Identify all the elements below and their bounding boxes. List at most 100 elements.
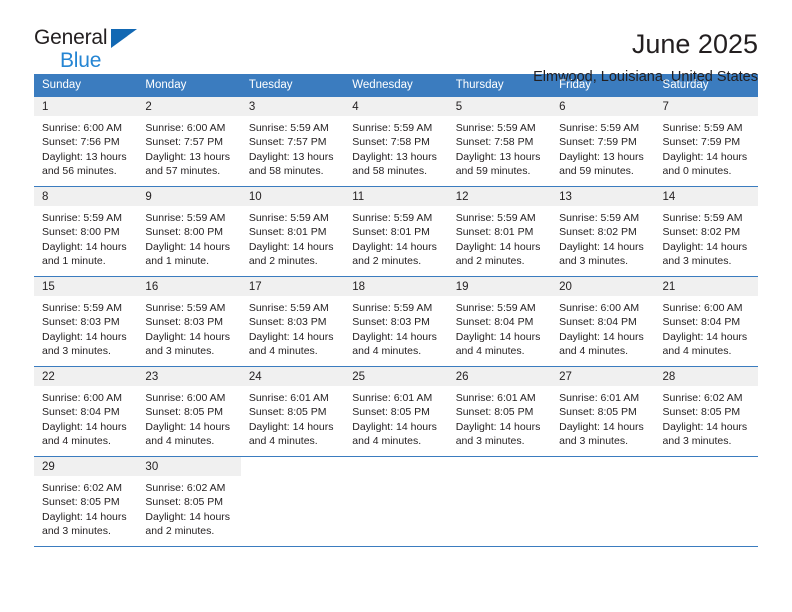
day-cell-inner: 3 Sunrise: 5:59 AM Sunset: 7:57 PM Daylight… bbox=[240, 97, 345, 186]
day-number: 4 bbox=[344, 97, 448, 116]
day-cell[interactable]: 1 Sunrise: 6:00 AM Sunset: 7:56 PM Daylight… bbox=[34, 96, 138, 187]
day-info: Sunrise: 6:00 AM Sunset: 8:04 PM Daylight:… bbox=[655, 296, 758, 358]
day-cell[interactable]: 21 Sunrise: 6:00 AM Sunset: 8:04 PM Dayligh… bbox=[654, 276, 758, 367]
day-number: 25 bbox=[344, 367, 448, 386]
sunset-text: Sunset: 8:05 PM bbox=[248, 406, 327, 419]
sunset-text: Sunset: 8:00 PM bbox=[145, 226, 224, 239]
sunrise-text: Sunrise: 5:59 AM bbox=[352, 302, 433, 314]
day-cell[interactable]: 6 Sunrise: 5:59 AM Sunset: 7:59 PM Daylight… bbox=[551, 96, 655, 187]
sunset-text: Sunset: 7:59 PM bbox=[559, 136, 637, 149]
day-info: Sunrise: 6:00 AM Sunset: 8:04 PM Daylight:… bbox=[551, 296, 654, 358]
daylight-text: Daylight: 14 hours and 2 minutes. bbox=[352, 240, 437, 267]
day-cell-inner: 11 Sunrise: 5:59 AM Sunset: 8:01 PM Dayligh… bbox=[344, 187, 448, 276]
day-cell[interactable]: 8 Sunrise: 5:59 AM Sunset: 8:00 PM Daylight… bbox=[34, 186, 138, 277]
sunrise-text: Sunrise: 5:59 AM bbox=[455, 212, 536, 224]
day-cell-inner: 6 Sunrise: 5:59 AM Sunset: 7:59 PM Daylight… bbox=[551, 97, 655, 186]
sunrise-text: Sunrise: 6:02 AM bbox=[42, 482, 122, 494]
day-cell[interactable]: 2 Sunrise: 6:00 AM Sunset: 7:57 PM Daylight… bbox=[137, 96, 241, 187]
day-cell[interactable]: 22 Sunrise: 6:00 AM Sunset: 8:04 PM Dayligh… bbox=[34, 366, 138, 457]
sunrise-text: Sunrise: 6:00 AM bbox=[559, 302, 640, 314]
sunset-text: Sunset: 8:04 PM bbox=[42, 406, 120, 419]
daylight-text: Daylight: 14 hours and 3 minutes. bbox=[662, 240, 748, 267]
generalblue-logo: General Blue bbox=[34, 26, 154, 78]
day-cell-empty bbox=[447, 456, 552, 547]
day-cell[interactable]: 26 Sunrise: 6:01 AM Sunset: 8:05 PM Dayligh… bbox=[447, 366, 552, 457]
sunrise-text: Sunrise: 6:01 AM bbox=[559, 392, 640, 404]
sunrise-text: Sunrise: 6:01 AM bbox=[455, 392, 536, 404]
sunrise-text: Sunrise: 5:59 AM bbox=[559, 122, 640, 134]
day-cell[interactable]: 7 Sunrise: 5:59 AM Sunset: 7:59 PM Daylight… bbox=[654, 96, 758, 187]
sunset-text: Sunset: 7:57 PM bbox=[248, 136, 327, 149]
sunrise-text: Sunrise: 5:59 AM bbox=[42, 212, 122, 224]
day-number: 11 bbox=[344, 187, 448, 206]
day-number: 5 bbox=[447, 97, 552, 116]
day-info: Sunrise: 5:59 AM Sunset: 8:01 PM Daylight:… bbox=[344, 206, 447, 268]
day-cell[interactable]: 24 Sunrise: 6:01 AM Sunset: 8:05 PM Dayligh… bbox=[240, 366, 345, 457]
sunrise-text: Sunrise: 5:59 AM bbox=[248, 212, 329, 224]
calendar-table: Sunday Monday Tuesday Wednesday Thursday… bbox=[34, 74, 758, 547]
day-cell-inner: 17 Sunrise: 5:59 AM Sunset: 8:03 PM Dayligh… bbox=[240, 277, 345, 366]
day-cell[interactable]: 19 Sunrise: 5:59 AM Sunset: 8:04 PM Dayligh… bbox=[447, 276, 552, 367]
day-number: 15 bbox=[34, 277, 138, 296]
day-cell-inner: 10 Sunrise: 5:59 AM Sunset: 8:01 PM Dayligh… bbox=[240, 187, 345, 276]
sunrise-text: Sunrise: 5:59 AM bbox=[662, 122, 743, 134]
day-cell-inner: 15 Sunrise: 5:59 AM Sunset: 8:03 PM Dayligh… bbox=[34, 277, 138, 366]
day-info: Sunrise: 5:59 AM Sunset: 8:00 PM Daylight:… bbox=[34, 206, 137, 268]
page-header: General Blue June 2025 Elmwood, Louisian… bbox=[34, 0, 758, 85]
daylight-text: Daylight: 13 hours and 57 minutes. bbox=[145, 150, 231, 177]
sunset-text: Sunset: 8:04 PM bbox=[559, 316, 637, 329]
day-cell[interactable]: 9 Sunrise: 5:59 AM Sunset: 8:00 PM Daylight… bbox=[137, 186, 241, 277]
day-info: Sunrise: 5:59 AM Sunset: 7:57 PM Daylight:… bbox=[241, 116, 344, 178]
daylight-text: Daylight: 14 hours and 1 minute. bbox=[145, 240, 231, 267]
day-info: Sunrise: 5:59 AM Sunset: 8:04 PM Daylight:… bbox=[448, 296, 551, 358]
day-cell[interactable]: 20 Sunrise: 6:00 AM Sunset: 8:04 PM Dayligh… bbox=[551, 276, 655, 367]
day-cell[interactable]: 4 Sunrise: 5:59 AM Sunset: 7:58 PM Daylight… bbox=[344, 96, 448, 187]
sunset-text: Sunset: 8:04 PM bbox=[455, 316, 534, 329]
week-row: 1 Sunrise: 6:00 AM Sunset: 7:56 PM Daylight… bbox=[34, 96, 758, 187]
day-cell[interactable]: 10 Sunrise: 5:59 AM Sunset: 8:01 PM Dayligh… bbox=[240, 186, 345, 277]
daylight-text: Daylight: 14 hours and 4 minutes. bbox=[559, 330, 644, 357]
title-block: June 2025 Elmwood, Louisiana, United Sta… bbox=[533, 26, 758, 87]
day-number: 1 bbox=[34, 97, 138, 116]
day-cell[interactable]: 16 Sunrise: 5:59 AM Sunset: 8:03 PM Dayligh… bbox=[137, 276, 241, 367]
day-cell[interactable]: 13 Sunrise: 5:59 AM Sunset: 8:02 PM Dayligh… bbox=[551, 186, 655, 277]
sunrise-text: Sunrise: 5:59 AM bbox=[455, 302, 536, 314]
sunrise-text: Sunrise: 6:00 AM bbox=[42, 392, 122, 404]
day-cell[interactable]: 3 Sunrise: 5:59 AM Sunset: 7:57 PM Daylight… bbox=[240, 96, 345, 187]
sunset-text: Sunset: 8:05 PM bbox=[662, 406, 741, 419]
day-info: Sunrise: 5:59 AM Sunset: 8:01 PM Daylight:… bbox=[241, 206, 344, 268]
sunset-text: Sunset: 8:00 PM bbox=[42, 226, 120, 239]
day-info: Sunrise: 5:59 AM Sunset: 7:58 PM Daylight:… bbox=[344, 116, 447, 178]
day-info: Sunrise: 6:00 AM Sunset: 7:57 PM Daylight:… bbox=[137, 116, 240, 178]
daylight-text: Daylight: 14 hours and 3 minutes. bbox=[455, 420, 541, 447]
day-cell-empty bbox=[240, 456, 345, 547]
sunset-text: Sunset: 8:04 PM bbox=[662, 316, 741, 329]
day-cell[interactable]: 5 Sunrise: 5:59 AM Sunset: 7:58 PM Daylight… bbox=[447, 96, 552, 187]
day-cell[interactable]: 27 Sunrise: 6:01 AM Sunset: 8:05 PM Dayligh… bbox=[551, 366, 655, 457]
sunset-text: Sunset: 7:56 PM bbox=[42, 136, 120, 149]
weekday-header-wednesday: Wednesday bbox=[344, 74, 448, 97]
daylight-text: Daylight: 14 hours and 3 minutes. bbox=[42, 330, 127, 357]
sunrise-text: Sunrise: 6:00 AM bbox=[145, 392, 226, 404]
day-cell[interactable]: 17 Sunrise: 5:59 AM Sunset: 8:03 PM Dayligh… bbox=[240, 276, 345, 367]
day-cell-inner bbox=[344, 457, 448, 546]
day-cell-empty bbox=[654, 456, 758, 547]
daylight-text: Daylight: 13 hours and 58 minutes. bbox=[248, 150, 334, 177]
day-cell[interactable]: 18 Sunrise: 5:59 AM Sunset: 8:03 PM Dayligh… bbox=[344, 276, 448, 367]
day-cell[interactable]: 30 Sunrise: 6:02 AM Sunset: 8:05 PM Dayligh… bbox=[137, 456, 241, 547]
day-cell[interactable]: 29 Sunrise: 6:02 AM Sunset: 8:05 PM Dayligh… bbox=[34, 456, 138, 547]
sunset-text: Sunset: 8:05 PM bbox=[42, 496, 120, 509]
day-cell[interactable]: 25 Sunrise: 6:01 AM Sunset: 8:05 PM Dayligh… bbox=[344, 366, 448, 457]
day-cell[interactable]: 28 Sunrise: 6:02 AM Sunset: 8:05 PM Dayligh… bbox=[654, 366, 758, 457]
sunset-text: Sunset: 8:02 PM bbox=[662, 226, 741, 239]
day-cell[interactable]: 12 Sunrise: 5:59 AM Sunset: 8:01 PM Dayligh… bbox=[447, 186, 552, 277]
calendar-body: 1 Sunrise: 6:00 AM Sunset: 7:56 PM Daylight… bbox=[34, 96, 758, 547]
day-cell-inner: 18 Sunrise: 5:59 AM Sunset: 8:03 PM Dayligh… bbox=[344, 277, 448, 366]
day-cell[interactable]: 11 Sunrise: 5:59 AM Sunset: 8:01 PM Dayligh… bbox=[344, 186, 448, 277]
day-cell-inner: 1 Sunrise: 6:00 AM Sunset: 7:56 PM Daylight… bbox=[34, 97, 138, 186]
day-cell[interactable]: 15 Sunrise: 5:59 AM Sunset: 8:03 PM Dayligh… bbox=[34, 276, 138, 367]
day-cell[interactable]: 14 Sunrise: 5:59 AM Sunset: 8:02 PM Dayligh… bbox=[654, 186, 758, 277]
sunset-text: Sunset: 8:03 PM bbox=[352, 316, 430, 329]
day-cell[interactable]: 23 Sunrise: 6:00 AM Sunset: 8:05 PM Dayligh… bbox=[137, 366, 241, 457]
day-cell-inner: 2 Sunrise: 6:00 AM Sunset: 7:57 PM Daylight… bbox=[137, 97, 241, 186]
